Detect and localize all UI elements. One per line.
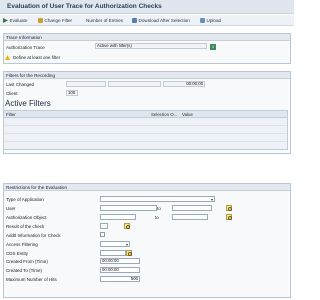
toolbar: Evaluate Change Filter Number of Entries… [0,15,294,26]
column-filter[interactable]: Filter [6,111,16,118]
active-filters-table: Filter Selection O... Value [3,110,288,150]
access-filtering-label: Access Filtering [6,242,38,247]
upload-button[interactable]: Upload [200,17,221,24]
authorization-object-label: Authorization Object [6,215,47,220]
result-of-check-multiple-selection-icon[interactable] [124,223,130,229]
evaluate-label: Evaluate [9,18,28,23]
created-to-field[interactable]: 00:00:00 [100,267,140,273]
column-value[interactable]: Value [182,111,193,118]
user-to-label: to [157,206,161,211]
cds-entity-label: CDS Entity [6,251,29,256]
authorization-trace-label: Authorization Trace [6,45,45,50]
user-multiple-selection-icon[interactable] [226,205,232,211]
authorization-object-to-field[interactable] [172,214,208,220]
cds-entity-multiple-selection-icon[interactable] [126,250,132,256]
last-changed-user-field[interactable] [66,81,106,87]
created-from-label: Created From (Time) [6,259,48,264]
number-of-entries-button[interactable]: Number of Entries [86,17,123,24]
number-of-entries-label: Number of Entries [86,18,124,23]
window-title: Evaluation of User Trace for Authorizati… [7,3,162,10]
upload-label: Upload [206,18,222,23]
active-filters-header: Filter Selection O... Value [4,111,287,118]
cds-entity-field[interactable] [100,250,126,256]
change-filter-button[interactable]: Change Filter [38,17,72,24]
result-of-check-field[interactable] [100,223,108,229]
addtl-info-checkbox[interactable] [100,232,105,237]
filter-warning-text: Define at least one filter [13,55,61,60]
last-changed-label: Last Changed [6,82,35,87]
authorization-trace-field[interactable]: Active with filter(s) [95,43,207,49]
edit-icon [38,18,43,23]
change-filter-label: Change Filter [44,18,73,23]
trace-information-heading: Trace Information [4,34,290,41]
type-of-application-label: Type of Application [6,197,44,202]
created-from-field[interactable]: 00:00:00 [100,258,140,264]
last-changed-date-field[interactable] [108,81,161,87]
client-field[interactable]: 100 [66,90,78,96]
table-row [4,125,287,126]
table-row [4,141,287,142]
authorization-object-from-field[interactable] [100,214,136,220]
column-selection-option[interactable]: Selection O... [151,111,177,118]
authorization-object-multiple-selection-icon[interactable] [226,214,232,220]
created-to-label: Created To (Time) [6,268,43,273]
user-label: User [6,206,16,211]
client-label: Client [6,91,18,96]
user-from-field[interactable] [100,205,157,211]
access-filtering-dropdown[interactable] [100,241,130,247]
addtl-info-label: Addtl Information for Check [6,233,61,238]
info-icon[interactable]: i [210,44,216,50]
execute-icon [3,18,8,23]
type-of-application-dropdown[interactable] [100,196,215,202]
table-row [4,133,287,134]
download-after-selection-button[interactable]: Download After Selection [132,17,190,24]
max-hits-field[interactable]: 500 [100,276,140,282]
active-filters-title: Active Filters [5,99,51,108]
upload-icon [200,18,205,23]
authorization-object-to-label: to [155,215,159,220]
result-of-check-label: Result of the check [6,224,45,229]
last-changed-time-field[interactable]: 00:00:00 [163,81,205,87]
user-to-field[interactable] [172,205,212,211]
filters-recording-heading: Filters for the Recording [4,72,290,79]
restrictions-heading: Restrictions for the Evaluation [4,184,290,191]
max-hits-label: Maximum Number of Hits [6,277,57,282]
download-icon [132,18,137,23]
download-label: Download After Selection [138,18,190,23]
title-bar: Evaluation of User Trace for Authorizati… [0,0,294,14]
evaluate-button[interactable]: Evaluate [3,17,27,24]
